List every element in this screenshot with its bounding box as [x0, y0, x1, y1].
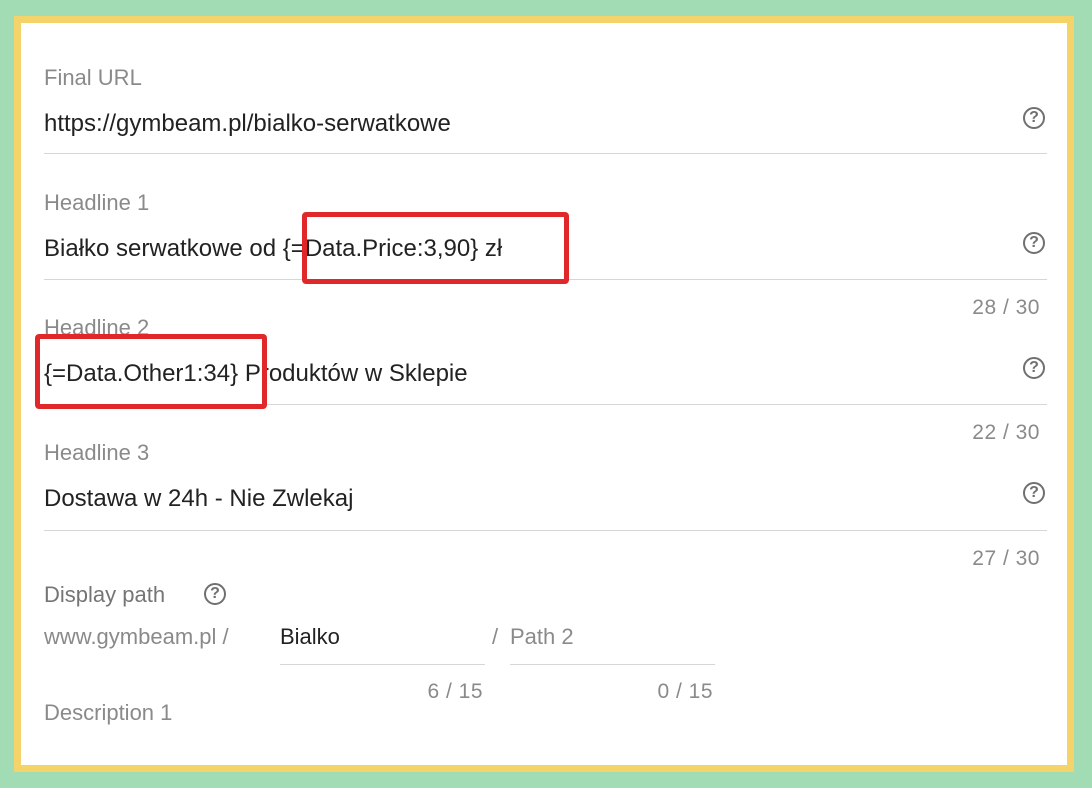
final-url-underline: [44, 153, 1047, 154]
headline3-label: Headline 3: [44, 440, 150, 465]
headline1-text-prefix: Białko serwatkowe od: [44, 235, 283, 262]
path1-value: Bialko: [280, 624, 340, 649]
path2-underline: [510, 664, 715, 665]
highlight-box-price-param: [302, 212, 569, 284]
final-url-value: https://gymbeam.pl/bialko-serwatkowe: [44, 110, 451, 137]
headline3-value: Dostawa w 24h - Nie Zwlekaj: [44, 485, 354, 512]
ad-editor-panel: Final URL https://gymbeam.pl/bialko-serw…: [14, 16, 1074, 772]
headline2-char-counter: 22 / 30: [972, 421, 1040, 444]
path-separator: /: [492, 624, 499, 649]
headline3-underline: [44, 530, 1047, 531]
display-path-domain: www.gymbeam.pl /: [44, 624, 229, 649]
highlight-box-other1-param: [35, 334, 267, 409]
final-url-input[interactable]: https://gymbeam.pl/bialko-serwatkowe: [44, 107, 994, 143]
path2-input[interactable]: Path 2: [510, 619, 715, 663]
headline3-char-counter: 27 / 30: [972, 547, 1040, 570]
path1-input[interactable]: Bialko: [280, 619, 485, 663]
description1-label: Description 1: [44, 700, 173, 725]
headline1-char-counter: 28 / 30: [972, 296, 1040, 319]
headline2-text-suffix: Produktów w Sklepie: [238, 360, 468, 387]
question-circle-icon[interactable]: ?: [1023, 107, 1045, 129]
question-circle-icon[interactable]: ?: [1023, 232, 1045, 254]
path1-underline: [280, 664, 485, 665]
path1-char-counter: 6 / 15: [427, 680, 483, 703]
path2-char-counter: 0 / 15: [657, 680, 713, 703]
final-url-label: Final URL: [44, 65, 142, 90]
question-circle-icon[interactable]: ?: [1023, 357, 1045, 379]
question-circle-icon[interactable]: ?: [1023, 482, 1045, 504]
path2-placeholder: Path 2: [510, 624, 574, 649]
display-path-label: Display path: [44, 582, 166, 607]
headline3-input[interactable]: Dostawa w 24h - Nie Zwlekaj: [44, 481, 994, 519]
question-circle-icon[interactable]: ?: [204, 583, 226, 605]
headline1-label: Headline 1: [44, 190, 150, 215]
